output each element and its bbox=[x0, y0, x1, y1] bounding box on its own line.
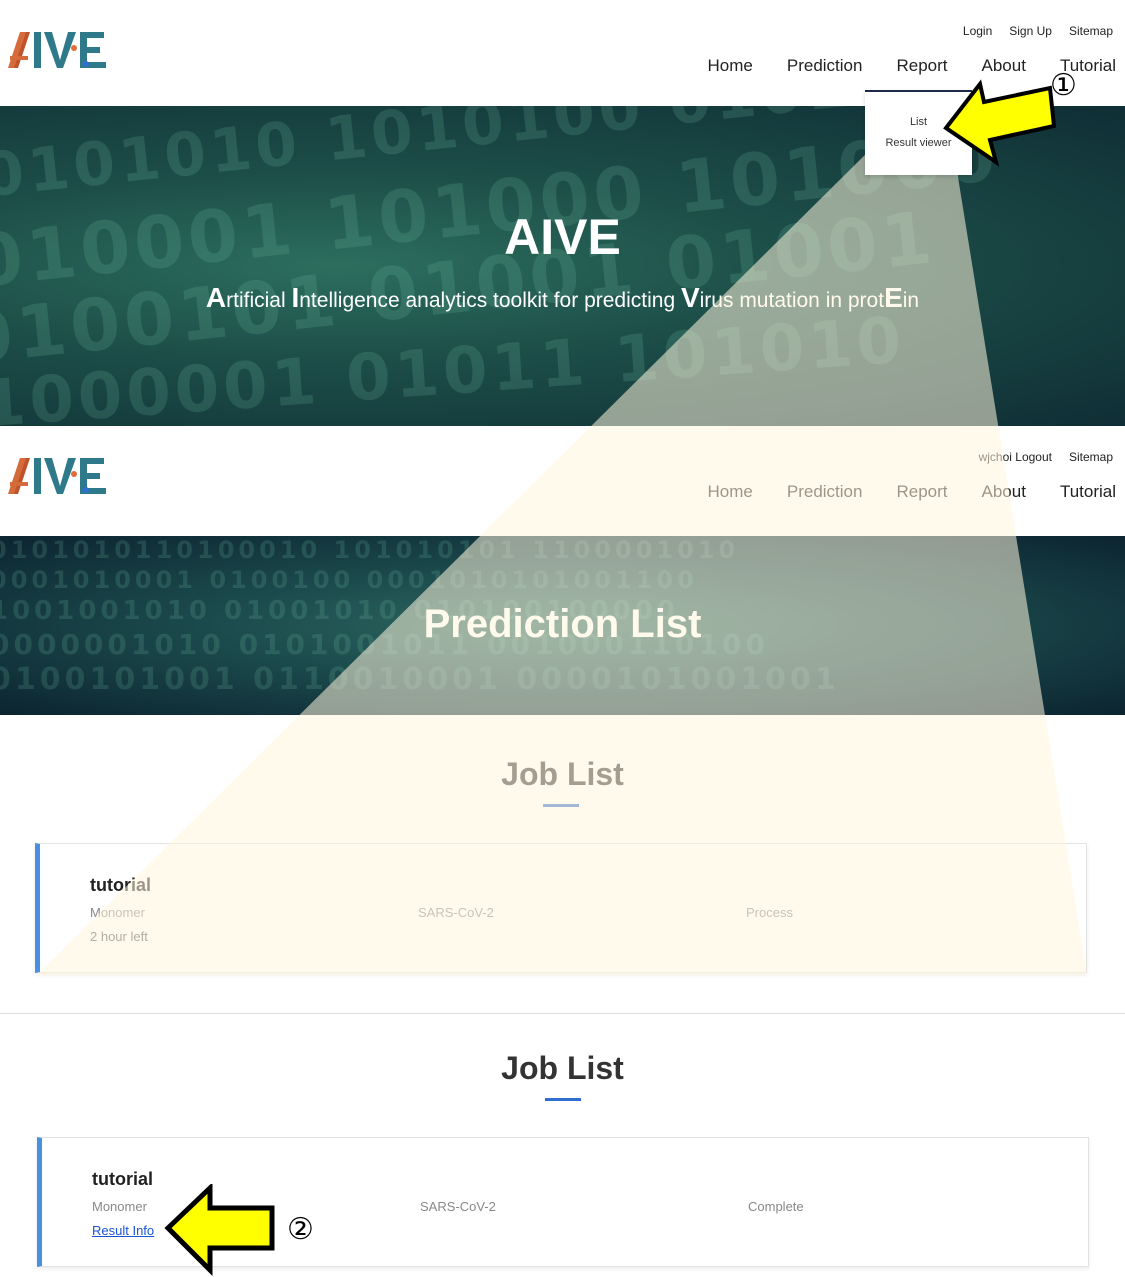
subtitle-text: in bbox=[902, 289, 920, 312]
top-links: wjchoi Logout Sitemap bbox=[979, 450, 1113, 464]
arrow-icon bbox=[164, 1184, 275, 1276]
nav-home[interactable]: Home bbox=[691, 482, 770, 502]
job-virus: SARS-CoV-2 bbox=[418, 905, 494, 920]
subtitle-letter-a: A bbox=[205, 282, 227, 313]
subtitle-letter-e: E bbox=[884, 282, 903, 313]
arrow-icon bbox=[943, 79, 1057, 167]
nav-report[interactable]: Report bbox=[879, 56, 964, 76]
username-label: wjchoi bbox=[978, 450, 1012, 464]
job-type: Monomer bbox=[92, 1199, 147, 1214]
job-card[interactable]: tutorial Monomer SARS-CoV-2 Process 2 ho… bbox=[35, 843, 1087, 973]
job-time-left: 2 hour left bbox=[90, 929, 148, 944]
subtitle-text: irus mutation in prot bbox=[699, 289, 885, 312]
job-list-title: Job List bbox=[501, 1050, 624, 1086]
subtitle-text: rtificial bbox=[226, 289, 292, 312]
nav-prediction[interactable]: Prediction bbox=[770, 482, 880, 502]
subtitle-letter-v: V bbox=[680, 282, 700, 313]
logout-link[interactable]: Logout bbox=[1015, 450, 1052, 464]
site-header-logged-in: wjchoi Logout Sitemap Home Prediction Re… bbox=[0, 426, 1125, 536]
binary-background: 0101010110100010 101010101 1100001010 bbox=[0, 536, 740, 564]
step-marker-2: ② bbox=[287, 1212, 314, 1247]
binary-background: 0100101001 0110010001 0000101001001 bbox=[0, 662, 840, 697]
job-name: tutorial bbox=[92, 1169, 153, 1189]
job-list-title: Job List bbox=[501, 756, 624, 792]
nav-tutorial[interactable]: Tutorial bbox=[1043, 482, 1116, 502]
aive-logo[interactable] bbox=[6, 454, 110, 498]
sitemap-link[interactable]: Sitemap bbox=[1069, 24, 1113, 38]
login-link[interactable]: Login bbox=[963, 24, 992, 38]
job-status: Complete bbox=[748, 1199, 804, 1214]
title-underline bbox=[543, 804, 579, 807]
page-banner: 0101010110100010 101010101 1100001010 00… bbox=[0, 536, 1125, 715]
job-type: Monomer bbox=[90, 905, 145, 920]
section-divider bbox=[0, 1013, 1125, 1014]
signup-link[interactable]: Sign Up bbox=[1009, 24, 1052, 38]
sitemap-link[interactable]: Sitemap bbox=[1069, 450, 1113, 464]
title-underline bbox=[545, 1098, 581, 1101]
nav-prediction[interactable]: Prediction bbox=[770, 56, 880, 76]
screenshot-root: Login Sign Up Sitemap Home Prediction Re… bbox=[0, 0, 1125, 1277]
job-name: tutorial bbox=[90, 875, 151, 895]
hero-title: AIVE bbox=[504, 209, 621, 265]
hero-subtitle: Artificial Intelligence analytics toolki… bbox=[0, 282, 1125, 314]
nav-report[interactable]: Report bbox=[879, 482, 964, 502]
aive-logo[interactable] bbox=[6, 28, 110, 72]
top-links: Login Sign Up Sitemap bbox=[963, 24, 1113, 38]
nav-about[interactable]: About bbox=[965, 482, 1043, 502]
page-banner-title: Prediction List bbox=[423, 602, 702, 646]
result-info-link[interactable]: Result Info bbox=[92, 1223, 154, 1238]
user-name: wjchoi Logout bbox=[979, 450, 1052, 464]
subtitle-text: ntelligence analytics toolkit for predic… bbox=[299, 289, 681, 312]
nav-about[interactable]: About bbox=[965, 56, 1043, 76]
binary-background: 0001010001 0100100 0001010101001100 bbox=[0, 566, 698, 594]
job-virus: SARS-CoV-2 bbox=[420, 1199, 496, 1214]
nav-home[interactable]: Home bbox=[691, 56, 770, 76]
step-marker-1: ① bbox=[1050, 68, 1077, 103]
main-nav: Home Prediction Report About Tutorial bbox=[691, 482, 1117, 502]
job-status: Process bbox=[746, 905, 793, 920]
